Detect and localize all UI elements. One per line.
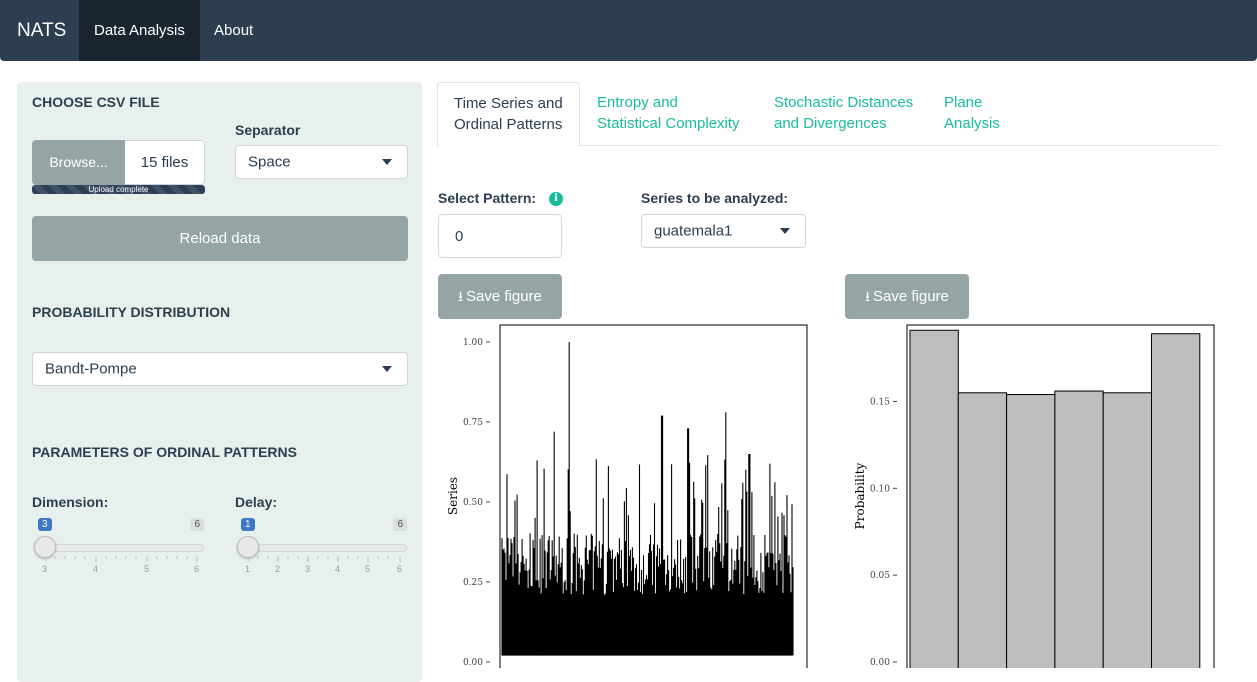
delay-tick-label: 1 bbox=[245, 564, 251, 574]
separator-select[interactable]: Space bbox=[235, 145, 408, 179]
histogram-bar bbox=[1151, 333, 1201, 668]
histogram-bar bbox=[909, 329, 959, 668]
delay-slider[interactable]: 1 6 1 2 3 4 5 6 bbox=[237, 518, 407, 588]
probability-value: Bandt-Pompe bbox=[45, 360, 137, 378]
tab-entropy[interactable]: Entropy and Statistical Complexity bbox=[581, 82, 756, 146]
y-tick-label: 0.00 bbox=[463, 658, 483, 668]
browse-button[interactable]: Browse... bbox=[32, 140, 125, 185]
dimension-max-badge: 6 bbox=[190, 518, 204, 531]
y-tick-label: 0.75 bbox=[463, 418, 483, 428]
chevron-down-icon bbox=[382, 159, 392, 165]
upload-progress-bar: Upload complete bbox=[32, 185, 205, 194]
tab-label: Plane bbox=[944, 94, 983, 111]
series-axis-title: Series bbox=[446, 477, 460, 515]
reload-data-button[interactable]: Reload data bbox=[32, 216, 408, 261]
dimension-slider-handle[interactable] bbox=[34, 536, 56, 558]
series-dense-band bbox=[502, 598, 793, 656]
tab-stochastic-distances[interactable]: Stochastic Distances and Divergences bbox=[758, 82, 929, 146]
dimension-tick-label: 4 bbox=[93, 564, 99, 574]
save-figure-button[interactable]: ⭳ Save figure bbox=[845, 274, 969, 319]
histogram-bar bbox=[1006, 394, 1056, 668]
delay-tick-label: 6 bbox=[397, 564, 403, 574]
tab-plane-analysis[interactable]: Plane Analysis bbox=[928, 82, 1016, 146]
y-tick-label: 0.25 bbox=[463, 578, 483, 588]
nav-about[interactable]: About bbox=[199, 0, 268, 61]
probability-select[interactable]: Bandt-Pompe bbox=[32, 352, 408, 386]
delay-slider-handle[interactable] bbox=[237, 536, 259, 558]
probability-chart: Probability 0.00 0.05 0.10 0.15 bbox=[853, 324, 1215, 668]
pattern-input[interactable]: 0 bbox=[438, 214, 562, 258]
download-icon: ⭳ bbox=[865, 288, 870, 304]
delay-tick-label: 3 bbox=[305, 564, 311, 574]
series-value: guatemala1 bbox=[654, 222, 733, 240]
tab-label: Entropy and bbox=[597, 94, 678, 111]
y-tick-label: 0.00 bbox=[870, 658, 890, 668]
chevron-down-icon bbox=[780, 228, 790, 234]
app-brand[interactable]: NATS bbox=[17, 20, 66, 42]
dimension-slider[interactable]: 3 6 3 4 5 6 bbox=[34, 518, 204, 588]
tab-label: Stochastic Distances bbox=[774, 94, 914, 111]
chevron-down-icon bbox=[382, 366, 392, 372]
dimension-current-badge: 3 bbox=[38, 518, 52, 531]
delay-tick-labels: 1 2 3 4 5 6 bbox=[237, 564, 407, 576]
series-chart: Series 0.00 0.25 0.50 0.75 1.00 bbox=[446, 324, 808, 668]
y-tick-label: 1.00 bbox=[463, 338, 483, 348]
delay-current-badge: 1 bbox=[241, 518, 255, 531]
save-figure-button[interactable]: ⭳ Save figure bbox=[438, 274, 562, 319]
nav-data-analysis[interactable]: Data Analysis bbox=[79, 0, 200, 61]
y-tick-label: 0.10 bbox=[870, 484, 890, 494]
delay-label: Delay: bbox=[235, 494, 278, 510]
tab-label: Ordinal Patterns bbox=[454, 116, 563, 133]
probability-axis-title: Probability bbox=[853, 462, 867, 529]
dimension-tick-label: 5 bbox=[144, 564, 150, 574]
series-label: Series to be analyzed: bbox=[641, 190, 789, 206]
parameters-section-title: PARAMETERS OF ORDINAL PATTERNS bbox=[32, 444, 297, 460]
analysis-tabs: Time Series and Ordinal Patterns Entropy… bbox=[437, 82, 1220, 147]
tab-label: Statistical Complexity bbox=[597, 115, 740, 132]
save-figure-label: Save figure bbox=[873, 288, 949, 305]
dimension-tick-label: 6 bbox=[194, 564, 200, 574]
dimension-label: Dimension: bbox=[32, 494, 109, 510]
probability-section-title: PROBABILITY DISTRIBUTION bbox=[32, 304, 231, 320]
dimension-slider-track[interactable] bbox=[42, 544, 204, 552]
tab-label: Analysis bbox=[944, 115, 1000, 132]
y-tick-label: 0.05 bbox=[870, 571, 890, 581]
dimension-tick-labels: 3 4 5 6 bbox=[34, 564, 204, 576]
delay-tick-label: 5 bbox=[365, 564, 371, 574]
dimension-ticks bbox=[45, 556, 198, 562]
tab-label: and Divergences bbox=[774, 115, 887, 132]
delay-tick-label: 2 bbox=[275, 564, 281, 574]
delay-slider-track[interactable] bbox=[245, 544, 407, 552]
delay-ticks bbox=[248, 556, 401, 562]
csv-section-title: CHOOSE CSV FILE bbox=[32, 94, 160, 110]
delay-tick-label: 4 bbox=[335, 564, 341, 574]
y-tick-label: 0.15 bbox=[870, 397, 890, 407]
delay-max-badge: 6 bbox=[393, 518, 407, 531]
download-icon: ⭳ bbox=[458, 288, 463, 304]
info-icon[interactable]: i bbox=[549, 192, 563, 206]
y-tick-label: 0.50 bbox=[463, 498, 483, 508]
histogram-bar bbox=[957, 392, 1008, 668]
pattern-label: Select Pattern: bbox=[438, 190, 537, 206]
histogram-bar bbox=[1054, 390, 1104, 668]
separator-label: Separator bbox=[235, 122, 301, 138]
pattern-value: 0 bbox=[455, 228, 464, 245]
histogram-bar bbox=[1102, 392, 1153, 668]
series-select[interactable]: guatemala1 bbox=[641, 214, 806, 248]
save-figure-label: Save figure bbox=[466, 288, 542, 305]
tab-time-series[interactable]: Time Series and Ordinal Patterns bbox=[437, 82, 580, 147]
separator-value: Space bbox=[248, 153, 291, 171]
file-count-field: 15 files bbox=[125, 140, 205, 185]
navbar: NATS Data Analysis About bbox=[0, 0, 1257, 61]
dimension-tick-label: 3 bbox=[42, 564, 48, 574]
sidebar-panel: CHOOSE CSV FILE Separator Browse... 15 f… bbox=[17, 82, 422, 682]
tab-label: Time Series and bbox=[454, 95, 563, 112]
